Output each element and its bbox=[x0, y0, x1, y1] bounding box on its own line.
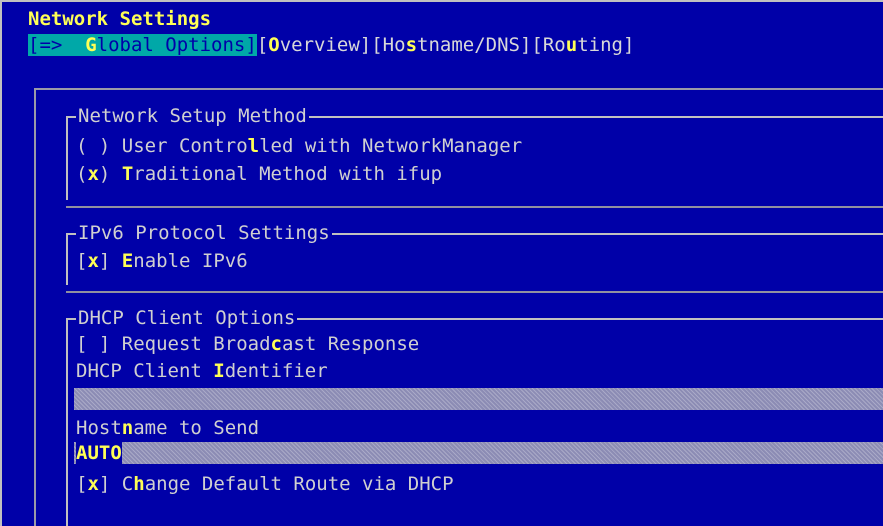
checkbox-label: Request Broad bbox=[110, 333, 271, 355]
field-hotkey: I bbox=[213, 360, 225, 382]
checkbox-hotkey: h bbox=[133, 473, 145, 495]
field-hotkey: n bbox=[121, 417, 134, 439]
checkbox-hotkey: c bbox=[270, 333, 282, 355]
tab-overview[interactable]: [Overview] bbox=[257, 34, 371, 56]
default-route-checkbox[interactable]: [x] Change Default Route via DHCP bbox=[76, 471, 454, 497]
hostname-input[interactable]: AUTO bbox=[74, 442, 883, 464]
checkbox-label-rest: ange Default Route via DHCP bbox=[144, 473, 454, 495]
dhcp-identifier-label: DHCP Client Identifier bbox=[76, 358, 328, 384]
tab-bar: [=> Global Options][Overview][Hostname/D… bbox=[28, 32, 634, 58]
checkbox-label: C bbox=[110, 473, 134, 495]
hostname-label: Hostname to Send bbox=[76, 415, 259, 441]
tab-prefix: [=> bbox=[28, 34, 86, 56]
radio-mark bbox=[87, 135, 98, 157]
radio-ifup[interactable]: (x) Traditional Method with ifup bbox=[76, 161, 442, 187]
radio-mark: x bbox=[87, 163, 99, 185]
radio-networkmanager[interactable]: ( ) User Controlled with NetworkManager bbox=[76, 133, 522, 159]
tab-label: tname/DNS] bbox=[417, 34, 532, 56]
tab-hotkey: s bbox=[405, 34, 418, 56]
broadcast-response-checkbox[interactable]: [ ] Request Broadcast Response bbox=[76, 331, 419, 357]
radio-hotkey: T bbox=[121, 163, 134, 185]
group-divider bbox=[66, 206, 883, 208]
checkbox-mark: x bbox=[87, 250, 99, 272]
tab-hotkey: O bbox=[268, 34, 280, 56]
group-divider bbox=[66, 291, 883, 293]
radio-label: User Contro bbox=[110, 135, 248, 157]
tab-global-options[interactable]: [=> Global Options] bbox=[28, 34, 257, 56]
checkbox-label: nable IPv6 bbox=[133, 250, 248, 272]
group-title: Network Setup Method bbox=[76, 103, 309, 129]
window-title: Network Settings bbox=[28, 8, 212, 30]
field-value: AUTO bbox=[76, 442, 122, 464]
group-title: IPv6 Protocol Settings bbox=[76, 220, 332, 246]
tab-hotkey: u bbox=[565, 34, 578, 56]
checkbox-label-rest: ast Response bbox=[281, 333, 420, 355]
enable-ipv6-checkbox[interactable]: [x] Enable IPv6 bbox=[76, 248, 248, 274]
tab-label: ting] bbox=[577, 34, 635, 56]
tab-hotkey: G bbox=[85, 34, 97, 56]
checkbox-mark: x bbox=[87, 473, 99, 495]
field-label: Host bbox=[76, 417, 122, 439]
tab-label: lobal Options] bbox=[96, 34, 257, 56]
tab-prefix: [Ho bbox=[371, 34, 406, 56]
radio-label-rest: raditional Method with ifup bbox=[133, 163, 443, 185]
radio-label-rest: led with NetworkManager bbox=[259, 135, 523, 157]
field-label: DHCP Client bbox=[76, 360, 214, 382]
radio-hotkey: l bbox=[247, 135, 260, 157]
field-label-rest: dentifier bbox=[224, 360, 328, 382]
checkbox-mark bbox=[87, 333, 98, 355]
tab-routing[interactable]: [Routing] bbox=[531, 34, 634, 56]
tab-prefix: [Ro bbox=[531, 34, 566, 56]
field-label-rest: ame to Send bbox=[133, 417, 260, 439]
terminal-screen: Network Settings [=> Global Options][Ove… bbox=[0, 0, 883, 526]
radio-label bbox=[110, 163, 121, 185]
tab-hostname-dns[interactable]: [Hostname/DNS] bbox=[371, 34, 531, 56]
group-title: DHCP Client Options bbox=[76, 305, 298, 331]
tab-label: verview] bbox=[279, 34, 372, 56]
tab-prefix: [ bbox=[256, 34, 269, 56]
dhcp-identifier-input[interactable] bbox=[74, 388, 883, 410]
checkbox-hotkey: E bbox=[121, 250, 134, 272]
